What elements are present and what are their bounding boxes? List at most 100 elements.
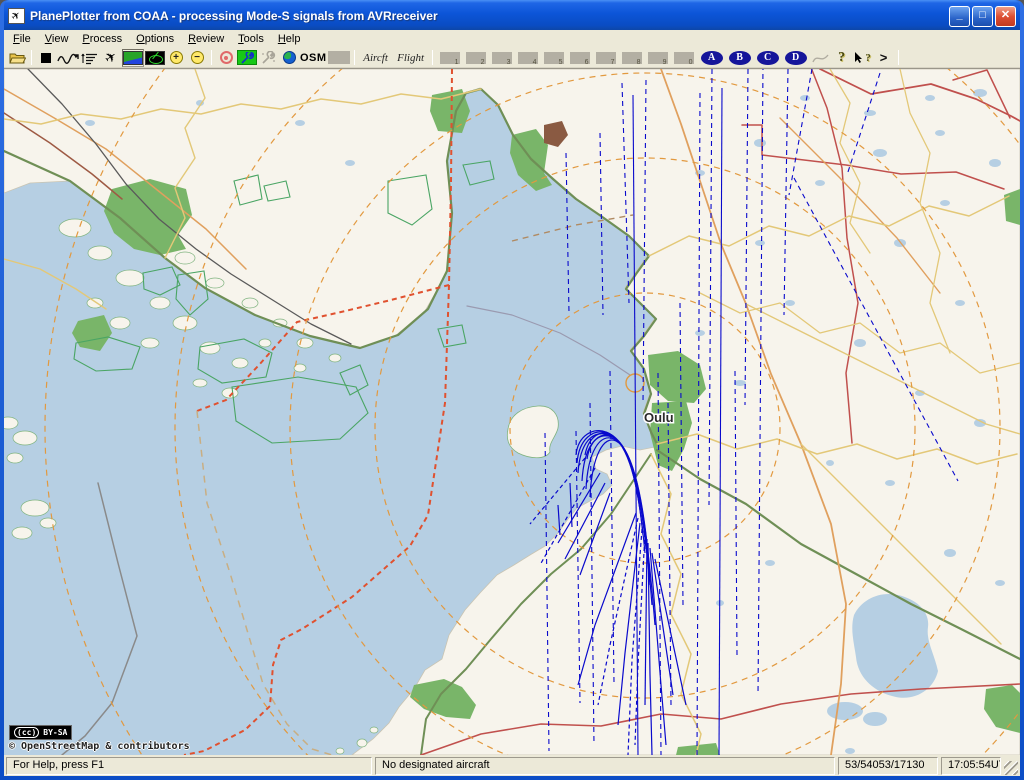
draw-button[interactable] <box>811 49 831 67</box>
flight-label: Flight <box>397 51 424 64</box>
aircraft-view-button[interactable]: ✈ <box>101 47 121 67</box>
lake <box>925 95 935 101</box>
chart-button-d[interactable]: D <box>784 50 807 65</box>
islet <box>172 315 198 331</box>
islet <box>369 726 379 734</box>
context-help-button[interactable]: ? <box>853 49 873 67</box>
message-list-button[interactable] <box>80 49 100 67</box>
lake <box>935 130 945 136</box>
menu-process[interactable]: Process <box>75 31 129 47</box>
title-bar[interactable]: ✈ PlanePlotter from COAA - processing Mo… <box>4 0 1020 30</box>
islet <box>356 738 368 748</box>
close-button[interactable]: ✕ <box>995 5 1016 27</box>
islet <box>328 353 342 363</box>
cursor-icon <box>855 52 863 63</box>
menu-bar: File View Process Options Review Tools Help <box>4 30 1020 48</box>
chart-button-a[interactable]: A <box>700 50 723 65</box>
menu-tools[interactable]: Tools <box>231 31 271 47</box>
target-icon <box>219 51 233 64</box>
help-icon: ? <box>838 49 846 65</box>
lake <box>940 200 950 206</box>
resize-grip[interactable] <box>1004 761 1018 775</box>
islet <box>192 378 208 388</box>
islet <box>115 269 145 287</box>
wrench-icon <box>237 50 257 65</box>
toolbar-separator <box>31 50 32 65</box>
globe-button[interactable] <box>279 49 299 67</box>
chart-button-8[interactable]: 8 <box>621 51 642 66</box>
aircft-label: Aircft <box>363 51 388 64</box>
chevron-right-icon: > <box>879 50 888 65</box>
cursor-question: ? <box>865 51 871 64</box>
list-icon <box>81 53 97 64</box>
menu-review[interactable]: Review <box>181 31 231 47</box>
menu-options[interactable]: Options <box>129 31 181 47</box>
chart-letter-buttons: ABCD <box>698 50 810 65</box>
lake <box>955 300 965 306</box>
stop-button[interactable] <box>36 49 56 67</box>
islet <box>11 526 33 540</box>
chart-button-6[interactable]: 6 <box>569 51 590 66</box>
islet <box>87 245 113 261</box>
target-button[interactable] <box>216 49 236 67</box>
toolbar-separator <box>211 50 212 65</box>
map-view-button[interactable] <box>122 48 144 67</box>
chart-button-c[interactable]: C <box>756 50 779 65</box>
lake <box>800 95 810 101</box>
chart-button-9[interactable]: 9 <box>647 51 668 66</box>
chart-button-2[interactable]: 2 <box>465 51 486 66</box>
help-button[interactable]: ? <box>832 49 852 67</box>
map-canvas[interactable]: Oulu <box>4 69 1020 755</box>
radar-view-button[interactable] <box>145 49 165 67</box>
chart-button-4[interactable]: 4 <box>517 51 538 66</box>
islet <box>6 452 24 464</box>
menu-file[interactable]: File <box>6 31 38 47</box>
lake <box>815 180 825 186</box>
status-designated-aircraft: No designated aircraft <box>375 756 835 775</box>
islet <box>149 296 171 310</box>
islet <box>58 218 92 238</box>
chart-number-buttons: 1234567890 <box>437 51 697 66</box>
chart-button-1[interactable]: 1 <box>439 51 460 66</box>
islet <box>109 316 131 330</box>
blank-chart-button[interactable] <box>327 49 350 67</box>
toolbar-separator <box>353 50 355 65</box>
lake <box>826 460 834 466</box>
minimize-button[interactable]: _ <box>949 5 970 27</box>
chart-button-5[interactable]: 5 <box>543 51 564 66</box>
chart-button-3[interactable]: 3 <box>491 51 512 66</box>
city-label: Oulu <box>644 410 674 425</box>
menu-view[interactable]: View <box>38 31 76 47</box>
islet <box>231 357 249 369</box>
lake <box>85 120 95 126</box>
aircft-label-button[interactable]: Aircft <box>359 49 393 67</box>
lake <box>345 160 355 166</box>
islet <box>140 337 160 349</box>
lake <box>995 580 1005 586</box>
lake <box>734 380 746 386</box>
more-tools-button[interactable]: > <box>874 49 894 67</box>
chart-button-b[interactable]: B <box>728 50 751 65</box>
osm-button[interactable]: OSM <box>300 49 327 67</box>
flight-label-button[interactable]: Flight <box>394 49 428 67</box>
menu-help[interactable]: Help <box>271 31 308 47</box>
signal-button[interactable] <box>57 49 79 67</box>
status-help-text: For Help, press F1 <box>6 756 372 775</box>
setup-active-button[interactable] <box>237 49 257 67</box>
maximize-button[interactable]: □ <box>972 5 993 27</box>
lake <box>873 149 887 157</box>
zoom-out-button[interactable]: − <box>187 49 207 67</box>
lake <box>754 139 766 147</box>
chart-button-0[interactable]: 0 <box>673 51 694 66</box>
open-file-button[interactable] <box>7 49 27 67</box>
zoom-in-button[interactable]: + <box>166 49 186 67</box>
osm-label: OSM <box>300 51 327 64</box>
islet <box>174 251 196 265</box>
map-area: Oulu (cc) BY-SA © OpenStreetMap & contri… <box>4 68 1020 755</box>
setup-disabled-button[interactable] <box>258 49 278 67</box>
islet <box>86 297 104 309</box>
islet <box>20 499 50 517</box>
chart-button-7[interactable]: 7 <box>595 51 616 66</box>
forest <box>1004 189 1020 225</box>
islet <box>335 747 345 755</box>
